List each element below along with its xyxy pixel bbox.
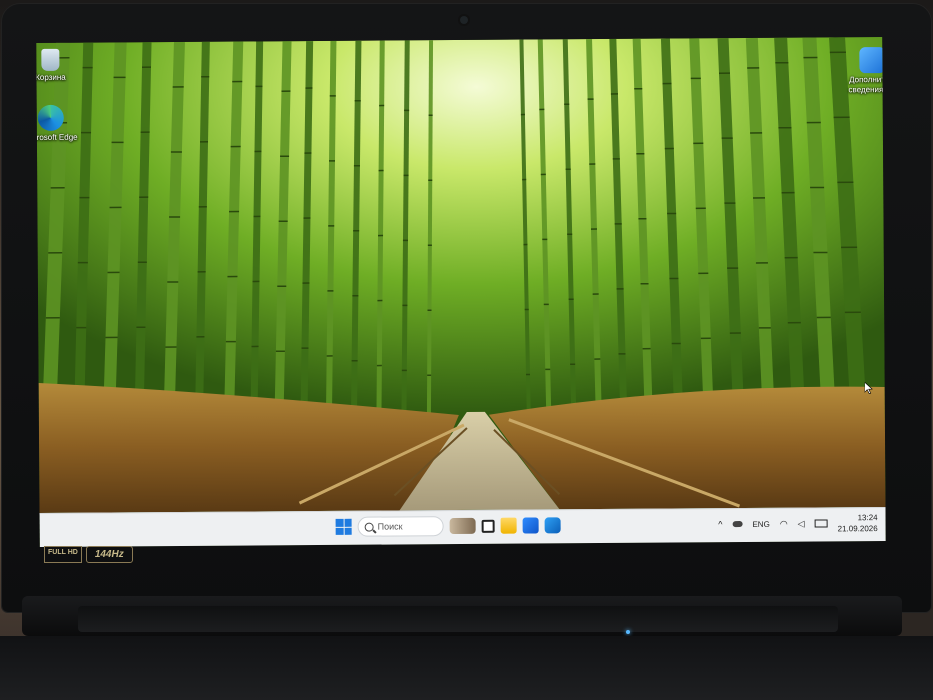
power-led	[626, 630, 630, 634]
taskbar-search-box[interactable]: Поиск	[357, 516, 444, 537]
taskbar: Поиск ^ ENG ◠ ◁ 13:24 21.09.2026	[39, 507, 886, 547]
desktop-icon-edge[interactable]: Microsoft Edge	[36, 104, 81, 143]
edge-icon	[37, 104, 64, 131]
clock[interactable]: 13:24 21.09.2026	[838, 512, 878, 534]
volume-icon[interactable]: ◁	[798, 518, 805, 529]
battery-icon[interactable]	[814, 519, 828, 528]
store-icon[interactable]	[522, 517, 539, 534]
refresh-rate-badge: 144Hz	[85, 546, 133, 563]
recycle-bin-icon	[41, 48, 60, 71]
laptop-base	[0, 636, 933, 700]
start-icon[interactable]	[335, 518, 352, 535]
hinge-inner	[78, 606, 838, 632]
clock-time: 13:24	[857, 513, 878, 523]
clock-date: 21.09.2026	[837, 524, 878, 534]
outlook-icon[interactable]	[544, 517, 561, 534]
recycle-bin-label: Корзина	[36, 72, 66, 82]
screen: Корзина Microsoft Edge Дополните... свед…	[36, 37, 886, 547]
task-view-icon[interactable]	[481, 519, 495, 533]
taskbar-apps: Поиск	[335, 515, 561, 537]
photo-app-icon	[859, 47, 886, 74]
bezel-badges: FULL HD 144Hz	[44, 546, 133, 563]
language-indicator[interactable]: ENG	[752, 519, 769, 528]
desktop-wallpaper[interactable]	[36, 37, 886, 513]
cloud-icon[interactable]	[732, 521, 743, 528]
webcam	[460, 16, 468, 24]
widgets-icon[interactable]	[449, 517, 476, 535]
system-tray: ^ ENG ◠ ◁ 13:24 21.09.2026	[718, 512, 878, 535]
full-hd-badge: FULL HD	[44, 546, 82, 563]
search-placeholder: Поиск	[377, 521, 403, 532]
wifi-icon[interactable]: ◠	[780, 518, 788, 529]
chevron-up-icon[interactable]: ^	[718, 519, 722, 529]
desktop-icon-spotlight[interactable]: Дополните... сведения о...	[846, 47, 886, 95]
edge-label: Microsoft Edge	[36, 132, 78, 143]
desktop-icon-recycle-bin[interactable]: Корзина	[36, 48, 80, 83]
search-icon	[364, 522, 374, 532]
mouse-cursor-icon	[864, 382, 873, 395]
file-explorer-icon[interactable]	[500, 517, 517, 534]
spotlight-label: Дополните... сведения о...	[848, 74, 886, 95]
